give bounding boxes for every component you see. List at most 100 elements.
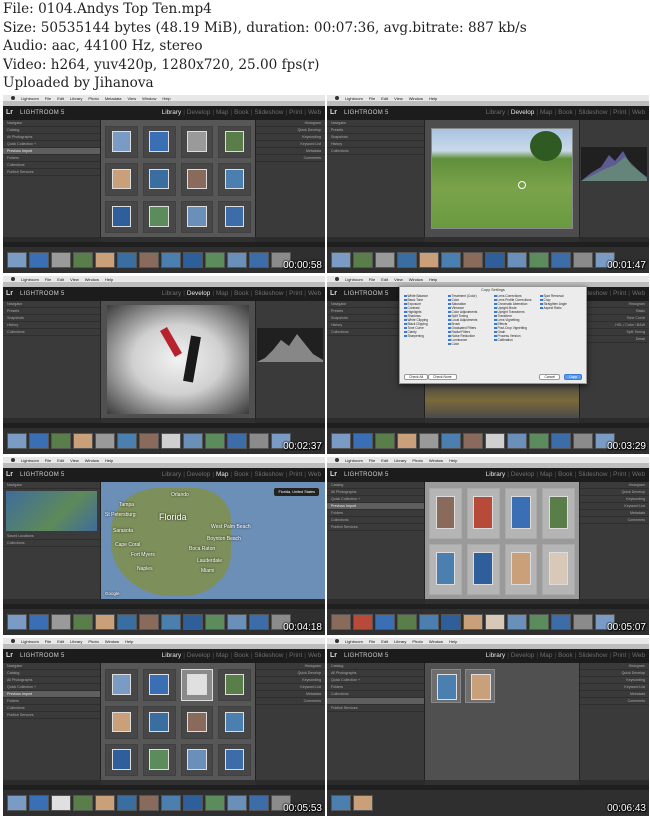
menu-library[interactable]: Library xyxy=(70,96,82,101)
panel-collections[interactable]: Collections xyxy=(327,517,424,524)
panel-folders[interactable]: Folders xyxy=(3,698,100,705)
menu-window[interactable]: Window xyxy=(429,639,443,644)
module-book[interactable]: Book xyxy=(232,109,251,116)
module-book[interactable]: Book xyxy=(556,471,575,478)
panel-snapshots[interactable]: Snapshots xyxy=(327,134,424,141)
panel-quick-develop[interactable]: Quick Develop xyxy=(256,670,325,677)
cancel-button[interactable]: Cancel xyxy=(539,374,560,380)
module-library[interactable]: Library xyxy=(484,109,508,116)
film-thumb[interactable] xyxy=(183,795,203,811)
catalog-previous-import[interactable]: Previous Import xyxy=(327,503,424,510)
panel-publish-services[interactable]: Publish Services xyxy=(3,169,100,176)
module-slideshow[interactable]: Slideshow xyxy=(252,109,285,116)
module-map[interactable]: Map xyxy=(214,290,230,297)
menu-photo[interactable]: Photo xyxy=(412,458,422,463)
film-thumb[interactable] xyxy=(161,795,181,811)
grid-thumb[interactable] xyxy=(504,544,538,595)
menu-edit[interactable]: Edit xyxy=(57,96,64,101)
module-map[interactable]: Map xyxy=(214,471,230,478)
module-library[interactable]: Library xyxy=(484,652,508,659)
film-thumb[interactable] xyxy=(161,614,181,630)
film-thumb[interactable] xyxy=(227,252,247,268)
menu-file[interactable]: File xyxy=(369,96,375,101)
menu-window[interactable]: Window xyxy=(85,277,99,282)
panel-histogram[interactable]: Histogram xyxy=(580,482,649,489)
checkbox-calibration[interactable]: Calibration xyxy=(494,338,538,342)
module-print[interactable]: Print xyxy=(287,652,304,659)
film-thumb[interactable] xyxy=(73,252,93,268)
film-thumb[interactable] xyxy=(95,252,115,268)
film-thumb[interactable] xyxy=(227,614,247,630)
map-navigator-thumb[interactable] xyxy=(6,491,97,531)
menu-window[interactable]: Window xyxy=(105,639,119,644)
menu-help[interactable]: Help xyxy=(125,639,133,644)
panel-folders[interactable]: Folders xyxy=(327,684,424,691)
module-map[interactable]: Map xyxy=(214,652,230,659)
grid-thumb[interactable] xyxy=(180,163,214,196)
module-slideshow[interactable]: Slideshow xyxy=(252,471,285,478)
film-thumb[interactable] xyxy=(29,614,49,630)
film-thumb[interactable] xyxy=(463,433,483,449)
module-map[interactable]: Map xyxy=(538,652,554,659)
grid-thumb[interactable] xyxy=(218,743,251,776)
panel-keyword-list[interactable]: Keyword List xyxy=(256,141,325,148)
panel-split-toning[interactable]: Split Toning xyxy=(580,329,649,336)
film-thumb[interactable] xyxy=(205,433,225,449)
panel-comments[interactable]: Comments xyxy=(580,517,649,524)
menu-lightroom[interactable]: Lightroom xyxy=(21,639,39,644)
module-library[interactable]: Library xyxy=(160,652,184,659)
panel-histogram[interactable]: Histogram xyxy=(256,120,325,127)
film-thumb[interactable] xyxy=(353,614,373,630)
panel-quick-develop[interactable]: Quick Develop xyxy=(256,127,325,134)
panel-detail[interactable]: Detail xyxy=(580,336,649,343)
module-print[interactable]: Print xyxy=(611,290,628,297)
film-thumb[interactable] xyxy=(529,614,549,630)
menu-edit[interactable]: Edit xyxy=(381,277,388,282)
film-thumb[interactable] xyxy=(485,433,505,449)
module-develop[interactable]: Develop xyxy=(185,290,212,297)
film-thumb[interactable] xyxy=(139,795,159,811)
panel-histogram[interactable]: Histogram xyxy=(256,663,325,670)
menu-file[interactable]: File xyxy=(369,277,375,282)
panel-keywording[interactable]: Keywording xyxy=(256,677,325,684)
film-thumb[interactable] xyxy=(485,252,505,268)
module-develop[interactable]: Develop xyxy=(509,109,536,116)
grid-thumb[interactable] xyxy=(542,488,575,539)
menu-library[interactable]: Library xyxy=(394,458,406,463)
film-thumb[interactable] xyxy=(441,614,461,630)
film-thumb[interactable] xyxy=(7,614,27,630)
grid-thumb[interactable] xyxy=(431,669,461,703)
grid-thumb[interactable] xyxy=(142,126,176,159)
menu-help[interactable]: Help xyxy=(162,96,170,101)
film-thumb[interactable] xyxy=(249,433,269,449)
menu-window[interactable]: Window xyxy=(85,458,99,463)
grid-thumb[interactable] xyxy=(142,163,176,196)
menu-help[interactable]: Help xyxy=(105,277,113,282)
map-view[interactable]: Florida Tampa St Petersburg Sarasota Cap… xyxy=(101,482,325,599)
film-thumb[interactable] xyxy=(441,252,461,268)
grid-thumb[interactable] xyxy=(180,743,214,776)
film-thumb[interactable] xyxy=(529,433,549,449)
menu-view[interactable]: View xyxy=(128,96,137,101)
menu-view[interactable]: View xyxy=(394,277,403,282)
menu-file[interactable]: File xyxy=(45,277,51,282)
film-thumb[interactable] xyxy=(573,614,593,630)
grid-thumb[interactable] xyxy=(105,743,138,776)
film-thumb[interactable] xyxy=(73,795,93,811)
film-thumb[interactable] xyxy=(353,433,373,449)
menu-window[interactable]: Window xyxy=(409,96,423,101)
catalog-quick-collection[interactable]: Quick Collection + xyxy=(3,684,100,691)
module-develop[interactable]: Develop xyxy=(185,109,212,116)
menu-help[interactable]: Help xyxy=(449,458,457,463)
film-thumb[interactable] xyxy=(331,252,351,268)
film-thumb[interactable] xyxy=(73,614,93,630)
collection-selected[interactable] xyxy=(327,698,424,705)
panel-navigator[interactable]: Navigator xyxy=(3,301,100,308)
panel-collections[interactable]: Collections xyxy=(3,329,100,336)
checkbox-nr-color[interactable]: Color xyxy=(448,342,492,346)
grid-thumb[interactable] xyxy=(218,163,251,196)
menu-lightroom[interactable]: Lightroom xyxy=(345,277,363,282)
grid-thumb[interactable] xyxy=(142,669,176,702)
panel-collections[interactable]: Collections xyxy=(3,162,100,169)
panel-catalog[interactable]: Catalog xyxy=(3,670,100,677)
